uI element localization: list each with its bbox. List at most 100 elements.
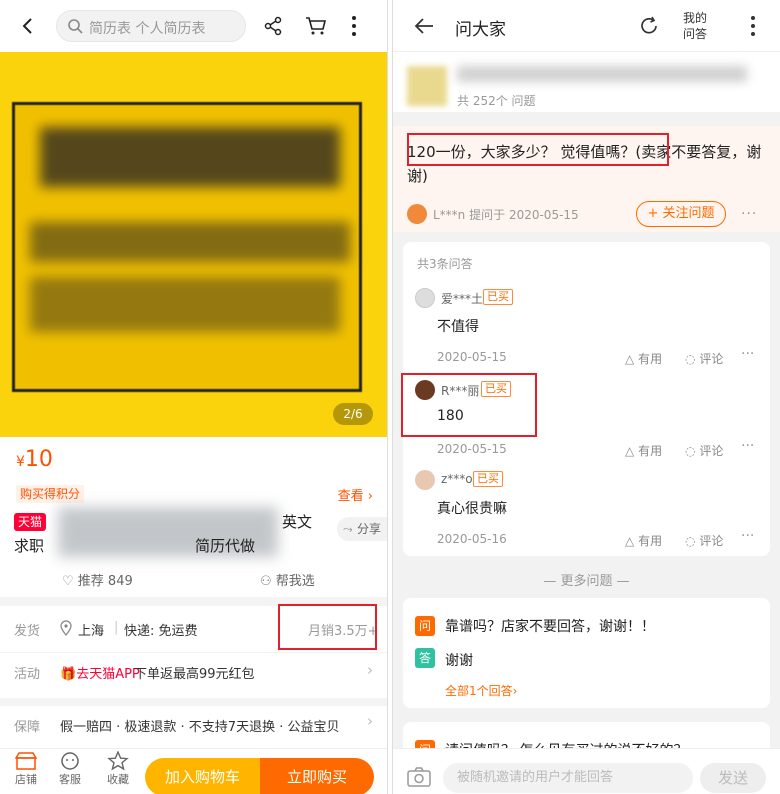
product-bottom-bar: 店铺 客服 收藏 加入购物车 立即购买 [0,748,387,794]
product-header: 简历表 个人简历表 [0,0,387,52]
more-vertical-icon[interactable] [750,15,756,37]
answer-input-bar: 被随机邀请的用户才能回答 发送 [393,748,780,794]
comment-icon: ◌ [685,444,696,458]
highlight-box [407,133,669,166]
answer-item: z***o 已买 真心很贵嘛 2020-05-16 △ 有用 ◌ 评论 ··· [403,470,770,560]
blurred-text-band [30,222,350,262]
useful-button[interactable]: △ 有用 [625,532,662,549]
comment-button[interactable]: ◌ 评论 [685,532,723,549]
bought-badge: 已买 [483,289,513,305]
add-to-cart-button[interactable]: 加入购物车 [145,758,260,794]
view-link[interactable]: 查看 › [338,485,373,504]
send-button[interactable]: 发送 [700,763,766,793]
product-info: ¥10 购买得积分 查看 › 天猫 英文 求职 简历代做 ⤳ 分享 ♡ 推荐 8… [0,437,387,597]
my-qa-link[interactable]: 我的 问答 [683,10,707,42]
guarantee-label: 保障 [14,720,41,735]
product-title-line2-head: 求职 [14,537,45,555]
answer-date: 2020-05-15 [437,350,507,364]
guarantee-row[interactable]: 保障 假一赔四 · 极速退款 · 不支持7天退换 · 公益宝贝 › [0,706,387,748]
answer-item: 爱***土 已买 不值得 2020-05-15 △ 有用 ◌ 评论 ··· [403,288,770,378]
page-title: 问大家 [455,20,506,40]
avatar [415,470,435,490]
answer-text: 谢谢 [445,653,473,669]
ship-location: 上海 [78,624,105,639]
more-horizontal-icon[interactable]: ··· [741,528,754,544]
thumbs-up-icon: △ [625,534,635,548]
search-placeholder: 简历表 个人简历表 [89,21,206,37]
gift-icon: 🎁 [60,667,77,682]
back-arrow-icon[interactable] [413,16,435,36]
comment-button[interactable]: ◌ 评论 [685,442,723,459]
tmall-app-link[interactable]: 🎁去天猫APP [60,663,140,682]
comment-icon: ◌ [685,352,696,366]
product-thumbnail [407,66,447,106]
more-vertical-icon[interactable] [351,15,357,37]
question-count: 共 252个 问题 [457,94,536,108]
favorite-button[interactable]: 收藏 [98,751,138,787]
back-arrow-icon[interactable] [18,16,38,36]
price: ¥10 [16,447,53,472]
location-pin-icon [60,620,72,636]
shipping-label: 发货 [14,624,41,639]
ask-everyone-page: 问大家 我的 问答 共 252个 问题 120一份，大家多少？ 觉得值嗎？(卖家不… [393,0,780,794]
question-text: 靠谱吗？店家不要回答，谢谢！！ [445,619,655,635]
buy-now-button[interactable]: 立即购买 [260,758,374,794]
recommend-button[interactable]: ♡ 推荐 849 [62,570,133,589]
product-summary[interactable]: 共 252个 问题 [393,52,780,112]
answer-date: 2020-05-15 [437,442,507,456]
promo-label: 活动 [14,667,41,682]
people-icon: ⚇ [260,574,272,589]
cart-icon[interactable] [305,16,327,36]
points-tag: 购买得积分 [16,485,85,503]
avatar [415,288,435,308]
useful-button[interactable]: △ 有用 [625,442,662,459]
answers-count: 共3条问答 [417,257,473,271]
promo-row[interactable]: 活动 🎁去天猫APP 下单返最高99元红包 › [0,652,387,698]
follow-question-button[interactable]: + 关注问题 [636,201,726,227]
thumbs-up-icon: △ [625,444,635,458]
share-button[interactable]: ⤳ 分享 [337,517,387,541]
highlight-box [401,373,537,437]
search-icon [67,18,83,34]
product-title-line2-tail: 简历代做 [195,537,256,555]
service-icon [61,752,79,770]
ship-delivery: 快递: 免运费 [124,624,198,639]
help-select-button[interactable]: ⚇ 帮我选 [260,570,315,589]
answer-text: 不值得 [437,319,479,335]
product-image[interactable]: 2/6 [0,52,387,437]
chevron-right-icon: › [367,661,373,679]
blurred-product-name [457,66,747,82]
chevron-right-icon: › [367,712,373,730]
more-horizontal-icon[interactable]: ··· [741,438,754,454]
product-title-tail: 英文 [282,513,313,531]
more-horizontal-icon[interactable]: ··· [741,206,757,222]
answer-input[interactable]: 被随机邀请的用户才能回答 [443,763,693,793]
more-horizontal-icon[interactable]: ··· [741,346,754,362]
question-meta: L***n 提问于 2020-05-15 [433,208,579,222]
question-icon: 问 [415,616,435,636]
shop-icon [15,752,37,770]
screenshot-root: 简历表 个人简历表 2/6 ¥10 购买得积分 查看 › 天猫 英文 求职 简历… [0,0,780,794]
question-card[interactable]: 问 靠谱吗？店家不要回答，谢谢！！ 答 谢谢 全部1个回答› [403,598,770,708]
answer-icon: 答 [415,648,435,668]
comment-button[interactable]: ◌ 评论 [685,350,723,367]
bought-badge: 已买 [473,471,503,487]
answer-date: 2020-05-16 [437,532,507,546]
refresh-icon[interactable] [638,15,660,37]
answerer-name: z***o [441,472,473,486]
service-button[interactable]: 客服 [50,751,90,787]
useful-button[interactable]: △ 有用 [625,350,662,367]
tmall-badge: 天猫 [14,513,47,531]
product-page: 简历表 个人简历表 2/6 ¥10 购买得积分 查看 › 天猫 英文 求职 简历… [0,0,387,794]
ask-header: 问大家 我的 问答 [393,0,780,52]
more-questions-title: — 更多问题 — [543,574,630,589]
share-icon[interactable] [263,16,283,36]
comment-icon: ◌ [685,534,696,548]
shop-button[interactable]: 店铺 [6,751,46,787]
answer-text: 真心很贵嘛 [437,501,507,517]
all-answers-link[interactable]: 全部1个回答› [445,682,517,699]
camera-icon[interactable] [407,767,431,787]
separator: | [114,620,119,635]
thumbs-up-icon: △ [625,352,635,366]
search-input[interactable]: 简历表 个人简历表 [56,10,246,42]
